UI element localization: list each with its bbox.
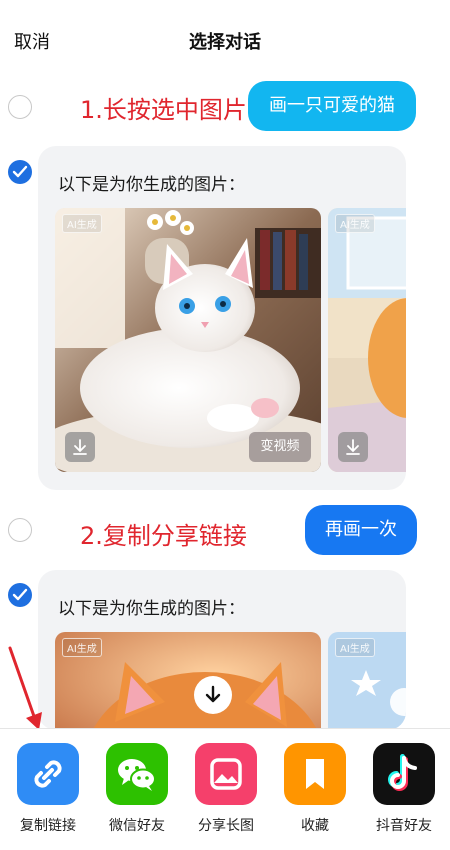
bot-message-card-1[interactable]: 以下是为你生成的图片： AI生成 变视频 AI生成	[38, 146, 406, 490]
download-button[interactable]	[338, 432, 368, 462]
share-item-long-image[interactable]: 分享长图	[191, 743, 261, 835]
ai-generated-tag: AI生成	[62, 638, 102, 657]
download-overlay-button[interactable]	[194, 676, 232, 714]
share-label: 抖音好友	[376, 818, 432, 834]
step1-annotation: 1.长按选中图片	[80, 96, 247, 124]
ai-generated-tag: AI生成	[62, 214, 102, 233]
bot-message-text: 以下是为你生成的图片：	[58, 599, 245, 619]
generated-image-cat-1[interactable]: AI生成 变视频	[55, 208, 321, 472]
page-title: 选择对话	[189, 32, 261, 53]
download-button[interactable]	[65, 432, 95, 462]
link-icon	[17, 743, 79, 805]
step2-annotation: 2.复制分享链接	[80, 522, 247, 550]
red-arrow-annotation	[8, 646, 42, 730]
douyin-icon	[373, 743, 435, 805]
select-radio-message-1[interactable]	[8, 95, 32, 119]
select-radio-message-3[interactable]	[8, 518, 32, 542]
generated-image-cat-3[interactable]: AI生成	[55, 632, 321, 730]
share-item-favorite[interactable]: 收藏	[280, 743, 350, 835]
share-item-douyin[interactable]: 抖音好友	[369, 743, 439, 835]
select-check-message-4[interactable]	[8, 583, 32, 607]
image-icon	[195, 743, 257, 805]
download-icon	[73, 439, 87, 455]
share-label: 收藏	[301, 818, 329, 834]
generated-image-cat-4[interactable]: AI生成	[328, 632, 406, 730]
wechat-icon	[106, 743, 168, 805]
arrow-down-icon	[205, 685, 221, 703]
ai-generated-tag: AI生成	[335, 638, 375, 657]
share-label: 分享长图	[198, 818, 254, 834]
share-label: 微信好友	[109, 818, 165, 834]
download-icon	[346, 439, 360, 455]
share-bar: 复制链接 微信好友 分享长图 收藏 抖音好友	[0, 728, 450, 850]
bot-message-card-2[interactable]: 以下是为你生成的图片： AI生成 AI生成	[38, 570, 406, 730]
top-bar: 取消 选择对话	[0, 0, 450, 80]
share-item-wechat[interactable]: 微信好友	[102, 743, 172, 835]
user-message-bubble-2[interactable]: 再画一次	[305, 505, 417, 555]
bot-message-text: 以下是为你生成的图片：	[58, 175, 245, 195]
share-item-copy-link[interactable]: 复制链接	[13, 743, 83, 835]
generated-image-cat-2[interactable]: AI生成	[328, 208, 406, 472]
bookmark-icon	[284, 743, 346, 805]
share-label: 复制链接	[20, 818, 76, 834]
select-check-message-2[interactable]	[8, 160, 32, 184]
user-message-bubble-1[interactable]: 画一只可爱的猫	[248, 81, 416, 131]
ai-generated-tag: AI生成	[335, 214, 375, 233]
to-video-button[interactable]: 变视频	[249, 432, 311, 462]
